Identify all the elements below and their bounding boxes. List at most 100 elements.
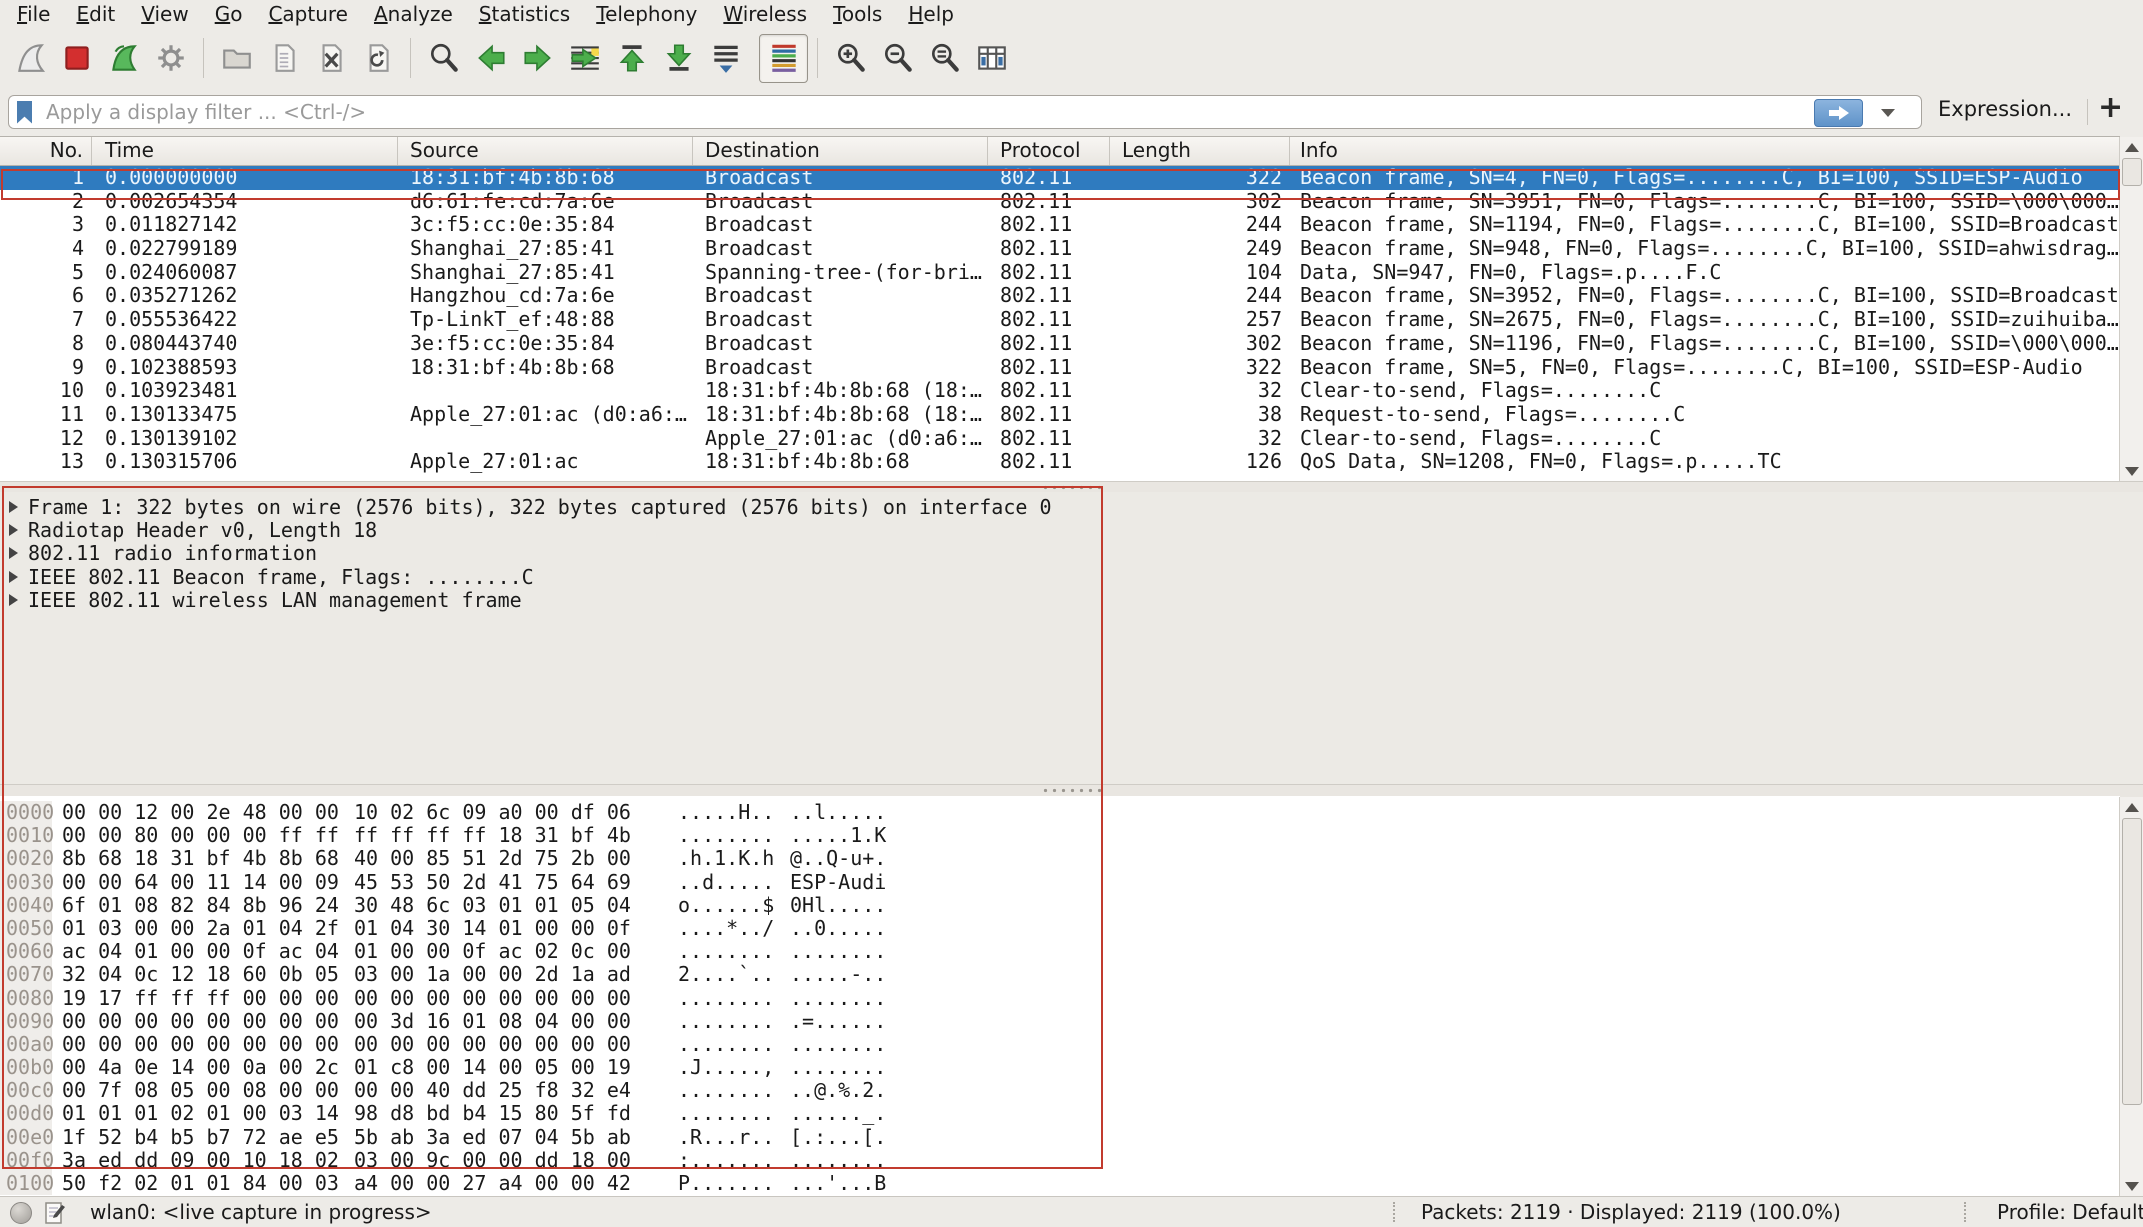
hex-ascii-group1[interactable]: ........	[678, 824, 778, 847]
hex-row[interactable]: 00b0 00 4a 0e 14 00 0a 00 2c 01 c8 00 14…	[0, 1056, 2120, 1079]
menu-item[interactable]: Help	[895, 0, 967, 28]
detail-tree-row[interactable]: IEEE 802.11 wireless LAN management fram…	[0, 589, 2143, 612]
hex-bytes-group2[interactable]: a4 00 00 27 a4 00 00 42	[354, 1172, 632, 1195]
hex-ascii-group1[interactable]: ........	[678, 940, 778, 963]
capture-comment-icon[interactable]	[44, 1201, 66, 1227]
packet-row[interactable]: 2 0.002654354 d6:61:fe:cd:7a:6e Broadcas…	[0, 190, 2120, 214]
hex-bytes-group2[interactable]: 10 02 6c 09 a0 00 df 06	[354, 801, 632, 824]
start-capture-button[interactable]	[6, 35, 53, 82]
hex-bytes-group2[interactable]: 40 00 85 51 2d 75 2b 00	[354, 847, 632, 870]
save-file-button[interactable]	[260, 35, 307, 82]
hex-row[interactable]: 00e0 1f 52 b4 b5 b7 72 ae e5 5b ab 3a ed…	[0, 1126, 2120, 1149]
hex-bytes-group1[interactable]: 00 00 80 00 00 00 ff ff	[62, 824, 340, 847]
hex-bytes-group2[interactable]: ff ff ff ff 18 31 bf 4b	[354, 824, 632, 847]
resize-columns-button[interactable]	[968, 35, 1015, 82]
hex-bytes-group2[interactable]: 00 00 00 00 00 00 00 00	[354, 987, 632, 1010]
scroll-down-icon[interactable]	[2121, 1176, 2142, 1196]
colorize-packets-button[interactable]	[759, 34, 808, 83]
menu-item[interactable]: File	[4, 0, 63, 28]
hex-bytes-group1[interactable]: 6f 01 08 82 84 8b 96 24	[62, 894, 340, 917]
menu-item[interactable]: Edit	[63, 0, 128, 28]
hex-ascii-group1[interactable]: ........	[678, 1033, 778, 1056]
scroll-up-icon[interactable]	[2121, 797, 2142, 817]
detail-tree-row[interactable]: Frame 1: 322 bytes on wire (2576 bits), …	[0, 495, 2143, 518]
hex-bytes-group2[interactable]: 01 00 00 0f ac 02 0c 00	[354, 940, 632, 963]
hex-bytes-group1[interactable]: 19 17 ff ff ff 00 00 00	[62, 987, 340, 1010]
hex-ascii-group1[interactable]: ........	[678, 987, 778, 1010]
hex-bytes-group1[interactable]: 3a ed dd 09 00 10 18 02	[62, 1149, 340, 1172]
hex-ascii-group2[interactable]: ..0.....	[790, 917, 890, 940]
zoom-reset-button[interactable]	[921, 35, 968, 82]
hex-row[interactable]: 00f0 3a ed dd 09 00 10 18 02 03 00 9c 00…	[0, 1149, 2120, 1172]
hex-ascii-group2[interactable]: ...'...B	[790, 1172, 890, 1195]
stop-capture-button[interactable]	[53, 35, 100, 82]
column-header-no[interactable]: No.	[0, 137, 92, 165]
hex-ascii-group1[interactable]: ........	[678, 1079, 778, 1102]
hex-ascii-group2[interactable]: ..@.%.2.	[790, 1079, 890, 1102]
go-forward-button[interactable]	[514, 35, 561, 82]
go-first-packet-button[interactable]	[608, 35, 655, 82]
packet-row[interactable]: 7 0.055536422 Tp-LinkT_ef:48:88 Broadcas…	[0, 308, 2120, 332]
packet-bytes-scrollbar[interactable]	[2119, 797, 2143, 1196]
add-filter-button[interactable]: +	[2098, 90, 2123, 125]
menu-item[interactable]: View	[128, 0, 201, 28]
hex-ascii-group2[interactable]: ESP-Audi	[790, 871, 890, 894]
hex-bytes-group1[interactable]: 00 00 64 00 11 14 00 09	[62, 871, 340, 894]
apply-filter-button[interactable]	[1814, 99, 1863, 127]
hex-bytes-group2[interactable]: 00 3d 16 01 08 04 00 00	[354, 1010, 632, 1033]
expand-arrow-icon[interactable]	[9, 501, 18, 513]
column-header-protocol[interactable]: Protocol	[988, 137, 1110, 165]
hex-bytes-group1[interactable]: 50 f2 02 01 01 84 00 03	[62, 1172, 340, 1195]
hex-bytes-group2[interactable]: 00 00 00 00 00 00 00 00	[354, 1033, 632, 1056]
hex-ascii-group2[interactable]: ........	[790, 940, 890, 963]
hex-bytes-group2[interactable]: 45 53 50 2d 41 75 64 69	[354, 871, 632, 894]
packet-list-scrollbar[interactable]	[2119, 137, 2143, 481]
hex-ascii-group1[interactable]: ........	[678, 1010, 778, 1033]
hex-row[interactable]: 0010 00 00 80 00 00 00 ff ff ff ff ff ff…	[0, 824, 2120, 847]
hex-bytes-group2[interactable]: 00 00 40 dd 25 f8 32 e4	[354, 1079, 632, 1102]
go-last-packet-button[interactable]	[655, 35, 702, 82]
hex-bytes-group1[interactable]: 00 7f 08 05 00 08 00 00	[62, 1079, 340, 1102]
column-header-time[interactable]: Time	[92, 137, 398, 165]
scroll-up-icon[interactable]	[2121, 137, 2142, 157]
hex-row[interactable]: 00a0 00 00 00 00 00 00 00 00 00 00 00 00…	[0, 1033, 2120, 1056]
packet-row[interactable]: 6 0.035271262 Hangzhou_cd:7a:6e Broadcas…	[0, 284, 2120, 308]
hex-bytes-group2[interactable]: 01 04 30 14 01 00 00 0f	[354, 917, 632, 940]
menu-item[interactable]: Statistics	[466, 0, 583, 28]
hex-ascii-group2[interactable]: .=......	[790, 1010, 890, 1033]
zoom-in-button[interactable]	[827, 35, 874, 82]
profile-status[interactable]: Profile: Default	[1997, 1200, 2143, 1224]
hex-ascii-group1[interactable]: .J.....,	[678, 1056, 778, 1079]
packet-row[interactable]: 4 0.022799189 Shanghai_27:85:41 Broadcas…	[0, 237, 2120, 261]
hex-row[interactable]: 0090 00 00 00 00 00 00 00 00 00 3d 16 01…	[0, 1010, 2120, 1033]
hex-bytes-group1[interactable]: 01 01 01 02 01 00 03 14	[62, 1102, 340, 1125]
hex-ascii-group1[interactable]: 2....`..	[678, 963, 778, 986]
hex-row[interactable]: 0030 00 00 64 00 11 14 00 09 45 53 50 2d…	[0, 871, 2120, 894]
hex-ascii-group1[interactable]: .R...r..	[678, 1126, 778, 1149]
display-filter-input[interactable]: Apply a display filter ... <Ctrl-/>	[8, 95, 1922, 129]
expand-arrow-icon[interactable]	[9, 571, 18, 583]
hex-bytes-group1[interactable]: 00 00 00 00 00 00 00 00	[62, 1033, 340, 1056]
hex-bytes-group2[interactable]: 5b ab 3a ed 07 04 5b ab	[354, 1126, 632, 1149]
column-header-length[interactable]: Length	[1110, 137, 1290, 165]
column-header-source[interactable]: Source	[398, 137, 693, 165]
expand-arrow-icon[interactable]	[9, 524, 18, 536]
menu-item[interactable]: Analyze	[361, 0, 466, 28]
hex-ascii-group2[interactable]: ........	[790, 1033, 890, 1056]
packet-row[interactable]: 10 0.103923481 18:31:bf:4b:8b:68 (18:… 8…	[0, 379, 2120, 403]
hex-row[interactable]: 0050 01 03 00 00 2a 01 04 2f 01 04 30 14…	[0, 917, 2120, 940]
hex-bytes-group1[interactable]: 01 03 00 00 2a 01 04 2f	[62, 917, 340, 940]
hex-ascii-group1[interactable]: .....H..	[678, 801, 778, 824]
hex-bytes-group2[interactable]: 98 d8 bd b4 15 80 5f fd	[354, 1102, 632, 1125]
menu-item[interactable]: Telephony	[583, 0, 710, 28]
hex-bytes-group2[interactable]: 30 48 6c 03 01 01 05 04	[354, 894, 632, 917]
hex-row[interactable]: 00c0 00 7f 08 05 00 08 00 00 00 00 40 dd…	[0, 1079, 2120, 1102]
packet-row[interactable]: 11 0.130133475 Apple_27:01:ac (d0:a6:… 1…	[0, 403, 2120, 427]
hex-ascii-group1[interactable]: ........	[678, 1102, 778, 1125]
hex-ascii-group2[interactable]: .....-..	[790, 963, 890, 986]
expand-arrow-icon[interactable]	[9, 594, 18, 606]
hex-ascii-group1[interactable]: :.......	[678, 1149, 778, 1172]
packet-row[interactable]: 13 0.130315706 Apple_27:01:ac 18:31:bf:4…	[0, 450, 2120, 474]
hex-row[interactable]: 0060 ac 04 01 00 00 0f ac 04 01 00 00 0f…	[0, 940, 2120, 963]
go-to-packet-button[interactable]	[561, 35, 608, 82]
